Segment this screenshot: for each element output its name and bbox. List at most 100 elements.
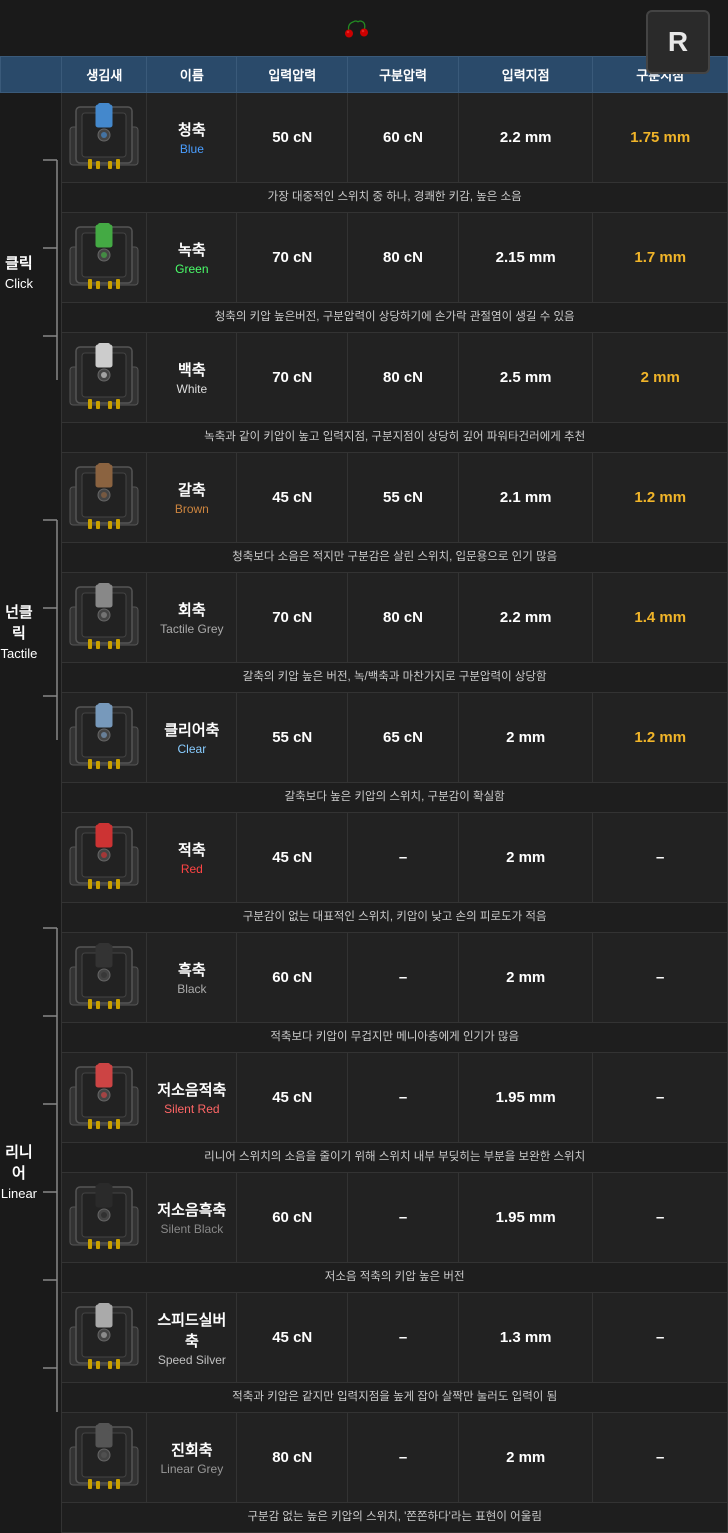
switch-image: [66, 217, 142, 293]
switch-image: [66, 1297, 142, 1373]
input-force-cell: 45 cN: [237, 453, 348, 543]
switch-name-en: Speed Silver: [151, 1353, 232, 1367]
switch-name-cell: 백축 White: [147, 333, 237, 423]
desc-cell: 가장 대중적인 스위치 중 하나, 경쾌한 키감, 높은 소음: [62, 183, 728, 213]
switch-image: [66, 1057, 142, 1133]
desc-cell: 적축과 키압은 같지만 입력지점을 높게 잡아 살짝만 눌러도 입력이 됨: [62, 1383, 728, 1413]
page-wrapper: R 생김새이름입력압력구분압력입력지점구분지점 클릭 Click: [0, 0, 728, 1533]
desc-row: 구분감이 없는 대표적인 스위치, 키압이 낮고 손의 피로도가 적음: [1, 903, 728, 933]
input-point-cell: 1.3 mm: [458, 1293, 593, 1383]
input-force-cell: 70 cN: [237, 213, 348, 303]
switch-image: [66, 97, 142, 173]
actuation-point-cell: –: [593, 813, 728, 903]
desc-cell: 청축의 키압 높은버전, 구분압력이 상당하기에 손가락 관절염이 생길 수 있…: [62, 303, 728, 333]
switch-name-en: Silent Black: [151, 1222, 232, 1236]
switch-name-kr: 클리어축: [151, 719, 232, 740]
actuation-force-cell: –: [348, 1293, 459, 1383]
input-point-cell: 2 mm: [458, 693, 593, 783]
switch-row: 저소음흑축 Silent Black 60 cN–1.95 mm–: [1, 1173, 728, 1263]
switch-image: [66, 1177, 142, 1253]
section-label-cell: 클릭 Click: [1, 93, 38, 453]
switch-name-en: Black: [151, 982, 232, 996]
switch-row: 리니어 Linear: [1, 813, 728, 903]
switch-image-cell: [62, 573, 147, 663]
desc-cell: 청축보다 소음은 적지만 구분감은 살린 스위치, 입문용으로 인기 많음: [62, 543, 728, 573]
input-force-cell: 55 cN: [237, 693, 348, 783]
actuation-force-cell: 65 cN: [348, 693, 459, 783]
input-force-cell: 45 cN: [237, 1053, 348, 1143]
switch-name-kr: 백축: [151, 359, 232, 380]
col-input-point: 입력지점: [458, 57, 593, 93]
switch-row: 흑축 Black 60 cN–2 mm–: [1, 933, 728, 1023]
switch-name-cell: 진회축 Linear Grey: [147, 1413, 237, 1503]
bracket-svg: [37, 906, 61, 1434]
switch-image-cell: [62, 453, 147, 543]
switch-image-cell: [62, 333, 147, 423]
switch-name-cell: 녹축 Green: [147, 213, 237, 303]
actuation-point-cell: –: [593, 1293, 728, 1383]
table-header-row: 생김새이름입력압력구분압력입력지점구분지점: [1, 57, 728, 93]
actuation-point-cell: –: [593, 933, 728, 1023]
actuation-point-cell: 1.7 mm: [593, 213, 728, 303]
actuation-point-cell: 2 mm: [593, 333, 728, 423]
switch-name-kr: 저소음흑축: [151, 1199, 232, 1220]
input-point-cell: 2.2 mm: [458, 93, 593, 183]
switch-image-cell: [62, 693, 147, 783]
actuation-force-cell: –: [348, 933, 459, 1023]
switch-name-en: Red: [151, 862, 232, 876]
actuation-point-cell: 1.2 mm: [593, 693, 728, 783]
input-point-cell: 2.5 mm: [458, 333, 593, 423]
switch-image: [66, 337, 142, 413]
desc-row: 갈축보다 높은 키압의 스위치, 구분감이 확실함: [1, 783, 728, 813]
input-point-cell: 2 mm: [458, 813, 593, 903]
switch-name-cell: 갈축 Brown: [147, 453, 237, 543]
switch-row: 스피드실버축 Speed Silver 45 cN–1.3 mm–: [1, 1293, 728, 1383]
switch-name-en: Blue: [151, 142, 232, 156]
switch-image: [66, 1417, 142, 1493]
actuation-point-cell: –: [593, 1173, 728, 1263]
switch-image-cell: [62, 1293, 147, 1383]
desc-cell: 갈축의 키압 높은 버전, 녹/백축과 마찬가지로 구분압력이 상당함: [62, 663, 728, 693]
switch-row: 클리어축 Clear 55 cN65 cN2 mm1.2 mm: [1, 693, 728, 783]
desc-row: 적축과 키압은 같지만 입력지점을 높게 잡아 살짝만 눌러도 입력이 됨: [1, 1383, 728, 1413]
col-image: 생김새: [62, 57, 147, 93]
col-name: 이름: [147, 57, 237, 93]
desc-cell: 구분감이 없는 대표적인 스위치, 키압이 낮고 손의 피로도가 적음: [62, 903, 728, 933]
section-label-kr: 넌클릭: [1, 602, 38, 644]
switch-image-cell: [62, 813, 147, 903]
switch-name-kr: 저소음적축: [151, 1079, 232, 1100]
actuation-force-cell: –: [348, 1413, 459, 1503]
desc-row: 리니어 스위치의 소음을 줄이기 위해 스위치 내부 부딪히는 부분을 보완한 …: [1, 1143, 728, 1173]
switch-image: [66, 817, 142, 893]
actuation-force-cell: –: [348, 1173, 459, 1263]
switch-image: [66, 577, 142, 653]
spec-table-container: 생김새이름입력압력구분압력입력지점구분지점 클릭 Click: [0, 56, 728, 1533]
bracket-svg: [37, 498, 61, 762]
switch-name-en: Linear Grey: [151, 1462, 232, 1476]
header: R: [0, 0, 728, 56]
input-point-cell: 2.15 mm: [458, 213, 593, 303]
switch-image-cell: [62, 213, 147, 303]
input-force-cell: 50 cN: [237, 93, 348, 183]
rebyte-logo: R: [646, 10, 710, 74]
switch-name-kr: 회축: [151, 599, 232, 620]
section-label-en: Click: [5, 275, 33, 293]
section-label-cell: 리니어 Linear: [1, 813, 38, 1533]
col-actuation-force: 구분압력: [348, 57, 459, 93]
actuation-point-cell: 1.4 mm: [593, 573, 728, 663]
input-point-cell: 1.95 mm: [458, 1053, 593, 1143]
switch-row: 회축 Tactile Grey 70 cN80 cN2.2 mm1.4 mm: [1, 573, 728, 663]
desc-cell: 녹축과 같이 키압이 높고 입력지점, 구분지점이 상당히 깊어 파워타건러에게…: [62, 423, 728, 453]
switch-name-en: Green: [151, 262, 232, 276]
switch-image-cell: [62, 1173, 147, 1263]
input-force-cell: 60 cN: [237, 933, 348, 1023]
desc-row: 청축보다 소음은 적지만 구분감은 살린 스위치, 입문용으로 인기 많음: [1, 543, 728, 573]
switch-name-kr: 녹축: [151, 239, 232, 260]
actuation-force-cell: 55 cN: [348, 453, 459, 543]
bracket-cell: [37, 93, 62, 453]
col-section: [1, 57, 62, 93]
actuation-force-cell: 80 cN: [348, 573, 459, 663]
desc-cell: 갈축보다 높은 키압의 스위치, 구분감이 확실함: [62, 783, 728, 813]
desc-row: 청축의 키압 높은버전, 구분압력이 상당하기에 손가락 관절염이 생길 수 있…: [1, 303, 728, 333]
input-force-cell: 80 cN: [237, 1413, 348, 1503]
